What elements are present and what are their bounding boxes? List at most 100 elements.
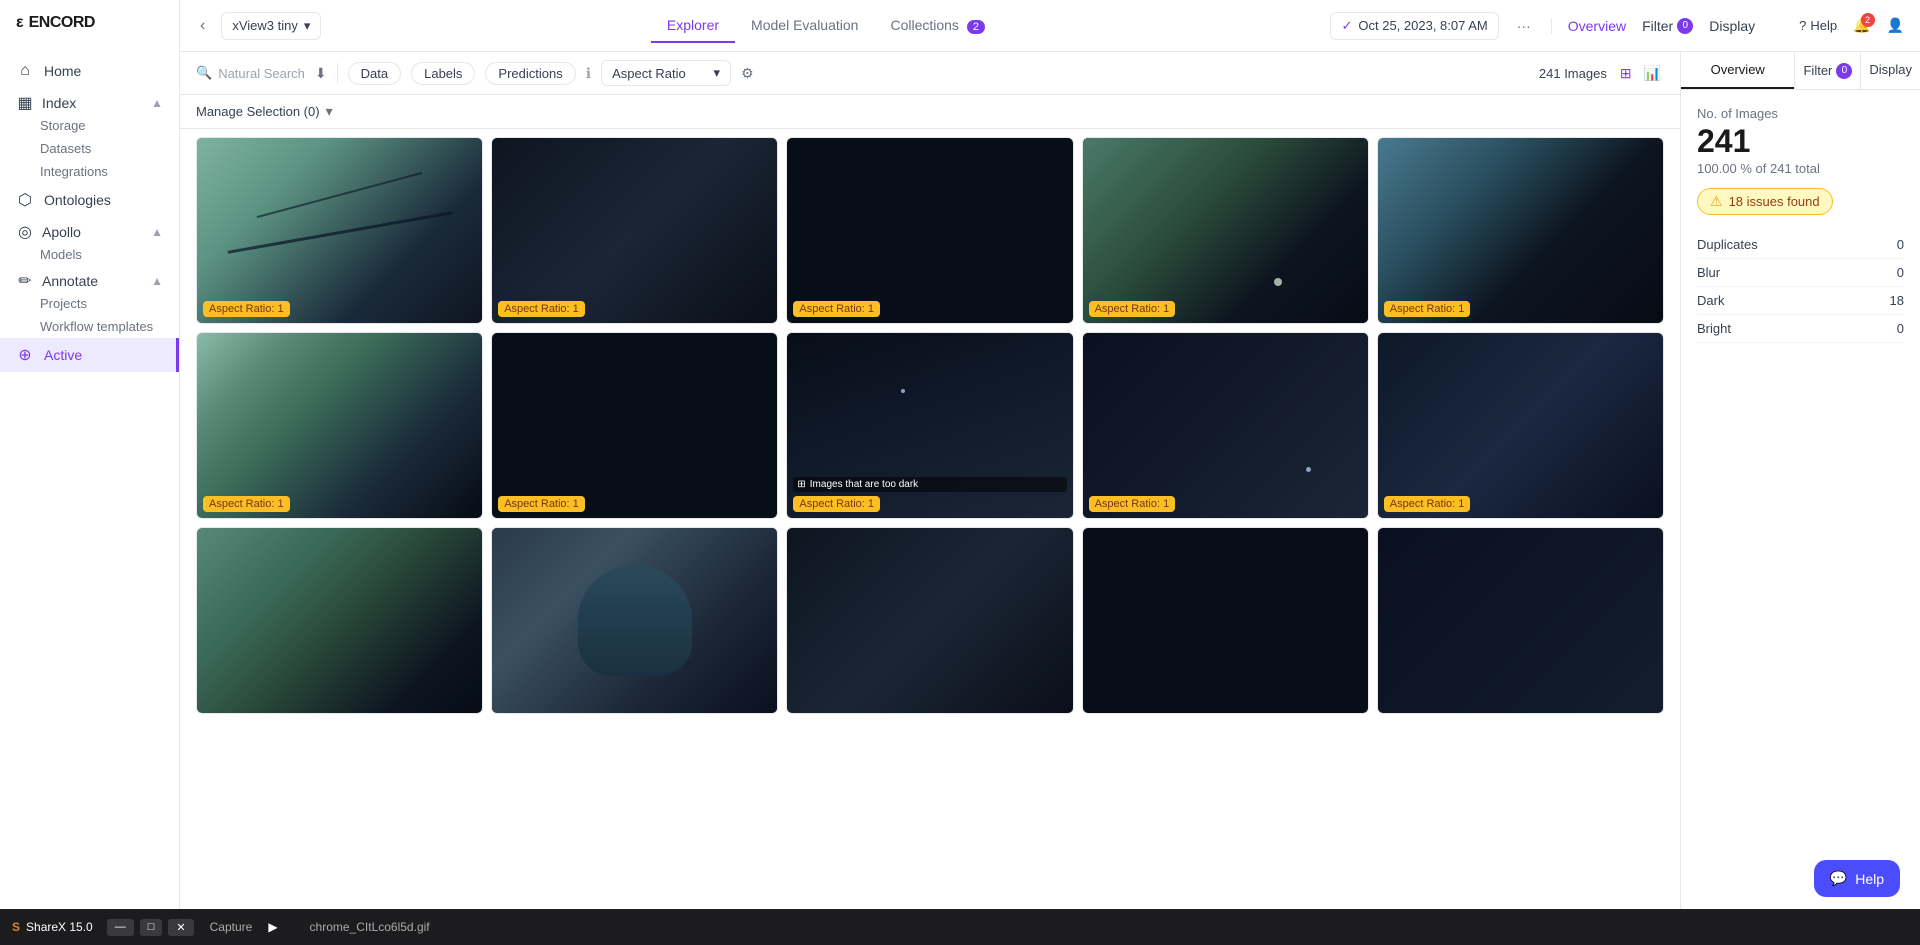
date-filter[interactable]: ✓ Oct 25, 2023, 8:07 AM [1330, 12, 1498, 40]
tab-explorer[interactable]: Explorer [651, 9, 735, 43]
annotate-collapse-icon[interactable]: ▲ [151, 274, 163, 288]
search-download-icon[interactable]: ⬇ [315, 65, 327, 82]
selection-dropdown-icon[interactable]: ▾ [326, 103, 333, 120]
image-tag-8: Aspect Ratio: 1 [1089, 496, 1176, 512]
issue-row-bright: Bright 0 [1697, 315, 1904, 343]
topbar: ‹ xView3 tiny ▾ Explorer Model Evaluatio… [180, 0, 1920, 52]
image-tag-1: Aspect Ratio: 1 [498, 301, 585, 317]
issue-count-bright: 0 [1897, 321, 1904, 336]
brand-name: ENCORD [29, 14, 95, 32]
warning-icon: ⚠ [1710, 193, 1723, 210]
filter-tag-labels[interactable]: Labels [411, 62, 475, 85]
search-placeholder: Natural Search [218, 66, 305, 81]
sidebar-item-active[interactable]: ⊕ Active [0, 338, 179, 372]
sidebar: ε ENCORD ⌂ Home ▦ Index ▲ Storage Datase… [0, 0, 180, 945]
image-card-8[interactable]: Aspect Ratio: 1 [1082, 332, 1369, 519]
help-button[interactable]: ? Help [1799, 18, 1837, 33]
sidebar-apollo-label: Apollo [42, 224, 81, 240]
project-selector[interactable]: xView3 tiny ▾ [221, 12, 321, 40]
aspect-ratio-select[interactable]: Aspect Ratio ▾ [601, 60, 731, 86]
filter-adjust-icon[interactable]: ⚙ [741, 65, 754, 82]
image-count: 241 Images [1539, 66, 1607, 81]
project-name: xView3 tiny [232, 18, 298, 33]
sidebar-index-toggle[interactable]: ▦ Index [16, 94, 151, 112]
aspect-dropdown-icon: ▾ [714, 65, 721, 81]
sidebar-item-datasets[interactable]: Datasets [0, 137, 179, 160]
filter-bar: 🔍 Natural Search ⬇ Data Labels Predictio… [180, 52, 1680, 95]
tab-model-evaluation[interactable]: Model Evaluation [735, 9, 874, 43]
sidebar-section-apollo: ◎ Apollo ▲ [0, 217, 179, 243]
back-button[interactable]: ‹ [196, 13, 209, 39]
tab-bar: Explorer Model Evaluation Collections 2 [333, 9, 1318, 43]
rp-tab-filter[interactable]: Filter 0 [1794, 52, 1860, 89]
view-buttons: ⊞ 📊 [1617, 62, 1664, 85]
search-box[interactable]: 🔍 Natural Search [196, 65, 305, 81]
sidebar-item-projects[interactable]: Projects [0, 292, 179, 315]
image-card-14[interactable] [1377, 527, 1664, 714]
sidebar-item-integrations[interactable]: Integrations [0, 160, 179, 183]
grid-view-button[interactable]: ⊞ [1617, 62, 1635, 85]
right-panel-tabs: Overview Filter 0 Display [1681, 52, 1920, 90]
image-card-2[interactable]: Aspect Ratio: 1 [786, 137, 1073, 324]
user-button[interactable]: 👤 [1887, 17, 1904, 34]
image-card-1[interactable]: Aspect Ratio: 1 [491, 137, 778, 324]
sidebar-item-ontologies[interactable]: ⬡ Ontologies [0, 183, 179, 217]
image-card-7[interactable]: Aspect Ratio: 1 ⊞ Images that are too da… [786, 332, 1073, 519]
selection-text: Manage Selection (0) [196, 104, 320, 119]
image-card-10[interactable] [196, 527, 483, 714]
active-icon: ⊕ [16, 346, 34, 364]
sidebar-item-workflow-templates[interactable]: Workflow templates [0, 315, 179, 338]
image-tag-4: Aspect Ratio: 1 [1384, 301, 1471, 317]
tab-collections[interactable]: Collections 2 [874, 9, 1001, 43]
image-card-9[interactable]: Aspect Ratio: 1 [1377, 332, 1664, 519]
rp-tab-display[interactable]: Display [1860, 52, 1920, 89]
right-panel: Overview Filter 0 Display No. of Images … [1680, 52, 1920, 945]
image-card-6[interactable]: Aspect Ratio: 1 [491, 332, 778, 519]
chart-view-button[interactable]: 📊 [1641, 62, 1664, 85]
help-float-icon: 💬 [1830, 870, 1847, 887]
taskbar: S ShareX 15.0 — □ ✕ Capture ▶ chrome_CIt… [0, 909, 1920, 945]
taskbar-capture-label: Capture [210, 920, 253, 934]
image-card-11[interactable] [491, 527, 778, 714]
grid-area: 🔍 Natural Search ⬇ Data Labels Predictio… [180, 52, 1680, 945]
info-icon[interactable]: ℹ [586, 65, 591, 82]
image-card-13[interactable] [1082, 527, 1369, 714]
sidebar-item-storage[interactable]: Storage [0, 114, 179, 137]
apollo-collapse-icon[interactable]: ▲ [151, 225, 163, 239]
image-card-0[interactable]: Aspect Ratio: 1 [196, 137, 483, 324]
image-card-4[interactable]: Aspect Ratio: 1 [1377, 137, 1664, 324]
taskbar-filename: chrome_CItLco6l5d.gif [310, 920, 430, 934]
more-button[interactable]: ··· [1509, 14, 1539, 38]
sidebar-item-models[interactable]: Models [0, 243, 179, 266]
image-card-5[interactable]: Aspect Ratio: 1 [196, 332, 483, 519]
image-grid: Aspect Ratio: 1 Aspect Ratio: 1 Aspect R… [180, 129, 1680, 945]
taskbar-close[interactable]: ✕ [168, 919, 193, 936]
image-card-12[interactable] [786, 527, 1073, 714]
filter-tag-data[interactable]: Data [348, 62, 401, 85]
filter-button-group[interactable]: Filter 0 [1642, 18, 1693, 34]
index-collapse-icon[interactable]: ▲ [151, 96, 163, 110]
sidebar-item-home[interactable]: ⌂ Home [0, 54, 179, 88]
notification-button[interactable]: 🔔 2 [1853, 17, 1870, 34]
stat-label: No. of Images [1697, 106, 1904, 121]
issue-name-dark: Dark [1697, 293, 1724, 308]
filter-badge: 0 [1677, 18, 1693, 34]
issues-badge[interactable]: ⚠ 18 issues found [1697, 188, 1833, 215]
image-tag-3: Aspect Ratio: 1 [1089, 301, 1176, 317]
sidebar-annotate-toggle[interactable]: ✏ Annotate [16, 272, 151, 290]
sidebar-section-index: ▦ Index ▲ [0, 88, 179, 114]
taskbar-maximize[interactable]: □ [140, 919, 163, 936]
sidebar-apollo-toggle[interactable]: ◎ Apollo [16, 223, 151, 241]
help-float-label: Help [1855, 871, 1884, 887]
taskbar-minimize[interactable]: — [107, 919, 134, 936]
filter-tag-predictions[interactable]: Predictions [485, 62, 575, 85]
rp-tab-overview[interactable]: Overview [1681, 52, 1794, 89]
help-float-button[interactable]: 💬 Help [1814, 860, 1900, 897]
issues-badge-label: 18 issues found [1729, 194, 1820, 209]
issue-name-blur: Blur [1697, 265, 1720, 280]
project-dropdown-icon: ▾ [304, 18, 311, 34]
display-button[interactable]: Display [1709, 18, 1755, 34]
date-filter-value: Oct 25, 2023, 8:07 AM [1358, 18, 1487, 33]
image-card-3[interactable]: Aspect Ratio: 1 [1082, 137, 1369, 324]
overview-button[interactable]: Overview [1568, 18, 1626, 34]
